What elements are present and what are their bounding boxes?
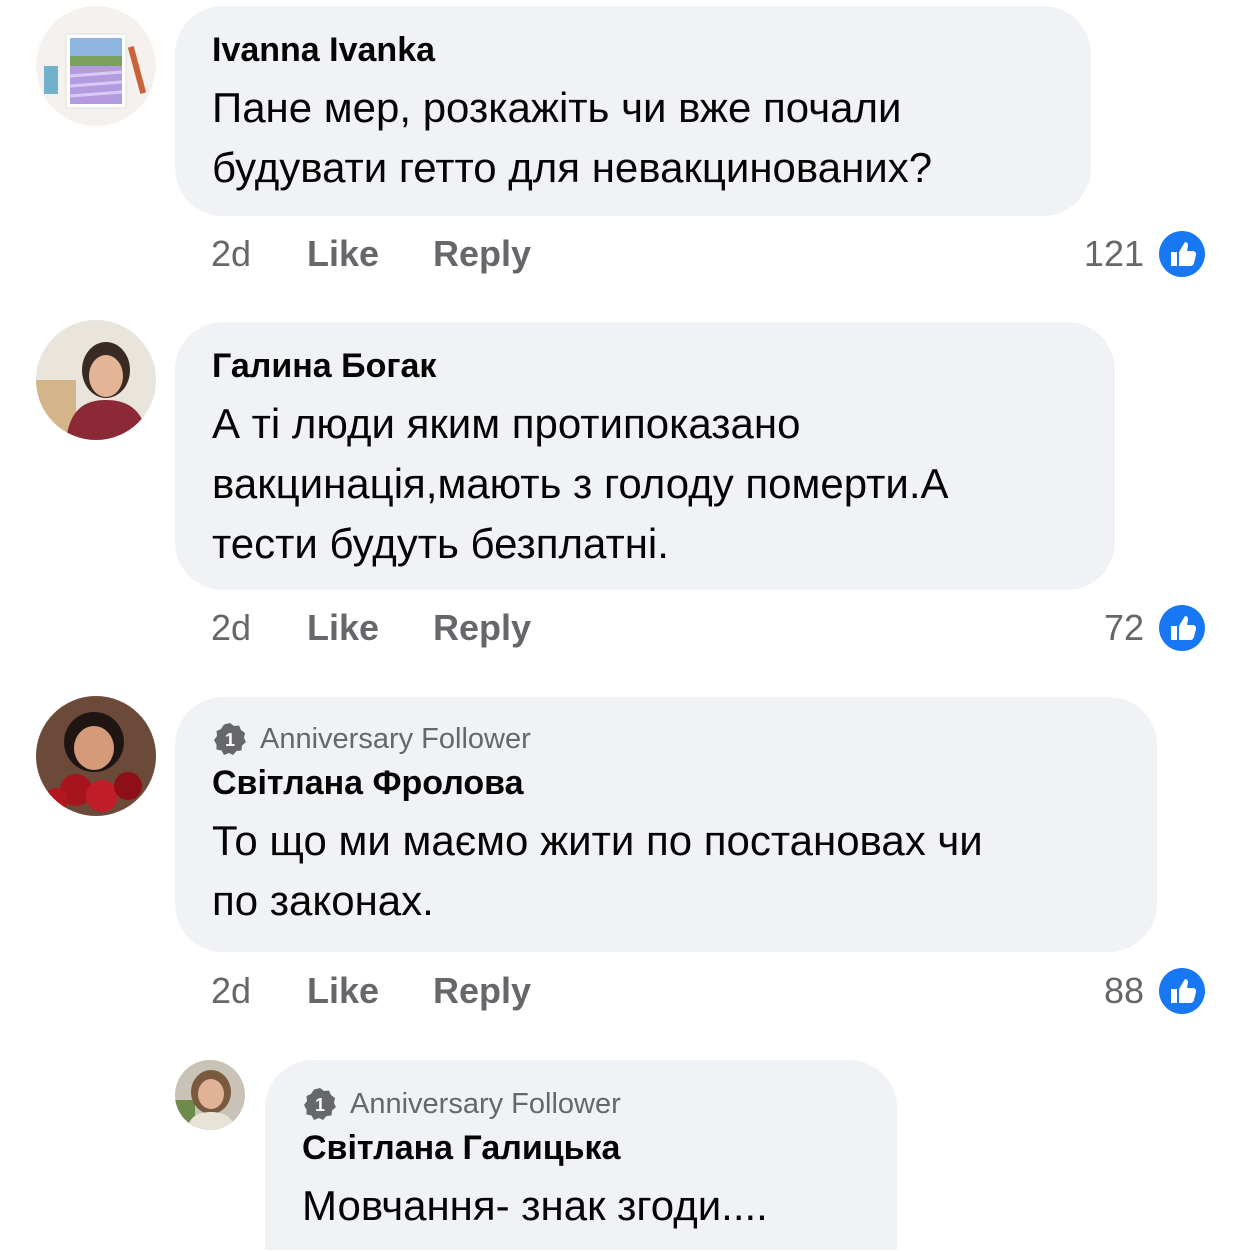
comment-text-line: будувати гетто для невакцинованих? [212, 144, 933, 191]
anniversary-badge[interactable]: 1 Anniversary Follower [212, 719, 1121, 759]
svg-text:1: 1 [225, 730, 235, 750]
comment-actions: 2d Like Reply [211, 229, 531, 279]
like-button[interactable]: Like [307, 233, 433, 275]
comment-text: То що ми маємо жити по постановах чи по … [212, 811, 1121, 931]
comment-author[interactable]: Світлана Галицька [302, 1126, 861, 1170]
reaction-count: 121 [1083, 233, 1144, 274]
reaction-count: 88 [1103, 970, 1144, 1011]
comment-text-line: Пане мер, розкажіть чи вже почали [212, 84, 902, 131]
comment-text-line: вакцинація,мають з голоду померти.А [212, 460, 949, 507]
comment-text-line: тести будуть безплатні. [212, 520, 669, 567]
reply-button[interactable]: Reply [433, 970, 531, 1012]
comment-bubble: 1 Anniversary Follower Світлана Галицька… [265, 1060, 897, 1250]
reaction-count: 72 [1103, 607, 1144, 648]
comment-timestamp[interactable]: 2d [211, 233, 307, 275]
avatar[interactable] [36, 696, 156, 816]
reaction-summary[interactable]: 88 [1104, 966, 1206, 1016]
comment-text: А ті люди яким протипоказано вакцинація,… [212, 394, 1079, 574]
thumbs-up-icon [1159, 231, 1205, 277]
comment-author[interactable]: Галина Богак [212, 344, 1079, 388]
comment-text-line: по законах. [212, 877, 434, 924]
svg-text:1: 1 [315, 1095, 325, 1115]
comment-author[interactable]: Світлана Фролова [212, 761, 1121, 805]
comment-bubble: Ivanna Ivanka Пане мер, розкажіть чи вже… [175, 6, 1091, 216]
like-button[interactable]: Like [307, 607, 433, 649]
thumbs-up-icon [1159, 605, 1205, 651]
comment-bubble: Галина Богак А ті люди яким протипоказан… [175, 322, 1115, 590]
comment-timestamp[interactable]: 2d [211, 970, 307, 1012]
avatar[interactable] [36, 320, 156, 440]
badge-label: Anniversary Follower [260, 722, 531, 755]
comment-bubble: 1 Anniversary Follower Світлана Фролова … [175, 697, 1157, 952]
comment-text-line: То що ми маємо жити по постановах чи [212, 817, 983, 864]
thumbs-up-icon [1159, 968, 1205, 1014]
comment-timestamp[interactable]: 2d [211, 607, 307, 649]
comment-actions: 2d Like Reply [211, 966, 531, 1016]
reaction-summary[interactable]: 121 [1084, 229, 1206, 279]
reply-button[interactable]: Reply [433, 233, 531, 275]
comment-text-line: А ті люди яким протипоказано [212, 400, 801, 447]
comment-actions: 2d Like Reply [211, 603, 531, 653]
avatar[interactable] [175, 1060, 245, 1130]
reply-button[interactable]: Reply [433, 607, 531, 649]
comment-text: Мовчання- знак згоди.... [302, 1176, 861, 1236]
anniversary-badge-icon: 1 [214, 723, 246, 755]
comment-author[interactable]: Ivanna Ivanka [212, 28, 1055, 72]
anniversary-badge[interactable]: 1 Anniversary Follower [302, 1084, 861, 1124]
like-button[interactable]: Like [307, 970, 433, 1012]
comment-text-line: Мовчання- знак згоди.... [302, 1182, 768, 1229]
anniversary-badge-icon: 1 [304, 1088, 336, 1120]
comment-text: Пане мер, розкажіть чи вже почали будува… [212, 78, 1055, 198]
reaction-summary[interactable]: 72 [1104, 603, 1206, 653]
avatar[interactable] [36, 6, 156, 126]
badge-label: Anniversary Follower [350, 1087, 621, 1120]
